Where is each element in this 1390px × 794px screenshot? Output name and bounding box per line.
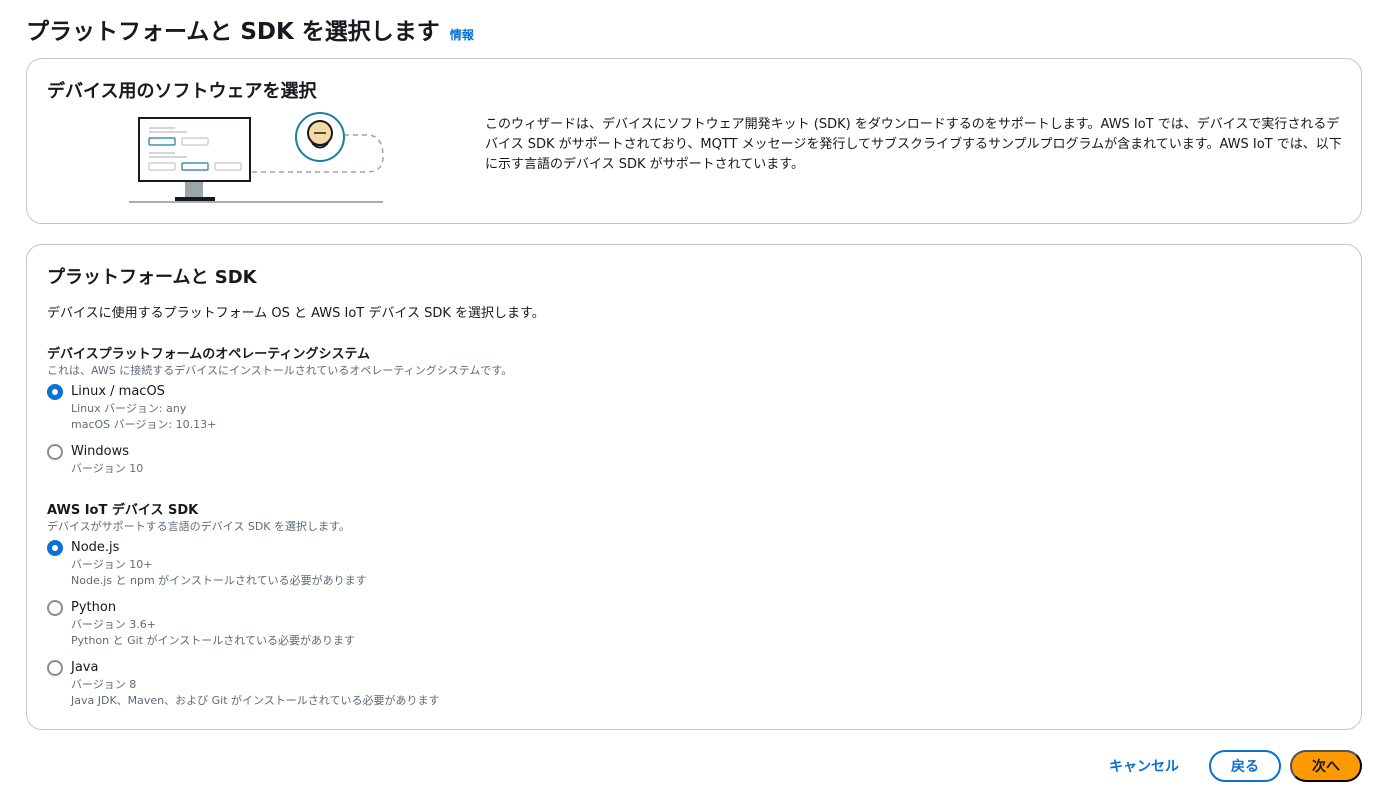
radio-description: バージョン 3.6+ xyxy=(71,618,156,631)
radio-description: バージョン 10 xyxy=(71,462,144,475)
radio-button[interactable] xyxy=(47,444,63,460)
radio-windows[interactable]: Windows バージョン 10 xyxy=(47,442,143,477)
radio-description: バージョン 8 xyxy=(71,678,137,691)
back-button[interactable]: 戻る xyxy=(1209,750,1281,782)
radio-python[interactable]: Python バージョン 3.6+ Python と Git がインストールされ… xyxy=(47,598,355,649)
radio-label: Windows xyxy=(71,444,130,459)
platform-card: プラットフォームと SDK デバイスに使用するプラットフォーム OS と AWS… xyxy=(26,244,1362,730)
info-link[interactable]: 情報 xyxy=(450,26,474,43)
radio-description: macOS バージョン: 10.13+ xyxy=(71,418,217,431)
radio-button-selected[interactable] xyxy=(47,384,63,400)
radio-label: Java xyxy=(71,660,99,675)
radio-linux-macos[interactable]: Linux / macOS Linux バージョン: any macOS バージ… xyxy=(47,382,216,433)
radio-button-selected[interactable] xyxy=(47,540,63,556)
radio-description: Java JDK、Maven、および Git がインストールされている必要があり… xyxy=(71,694,440,707)
radio-description: Python と Git がインストールされている必要があります xyxy=(71,634,355,647)
radio-description: バージョン 10+ xyxy=(71,558,153,571)
os-section-label: デバイスプラットフォームのオペレーティングシステム xyxy=(47,347,371,362)
device-illustration xyxy=(129,112,384,203)
os-section-hint: これは、AWS に接続するデバイスにインストールされているオペレーティングシステ… xyxy=(47,364,513,377)
wizard-footer: キャンセル 戻る 次へ xyxy=(1109,750,1362,782)
next-button[interactable]: 次へ xyxy=(1290,750,1362,782)
radio-label: Node.js xyxy=(71,540,120,555)
page-title: プラットフォームと SDK を選択します xyxy=(26,19,440,45)
cancel-button[interactable]: キャンセル xyxy=(1109,750,1179,782)
sdk-section-label: AWS IoT デバイス SDK xyxy=(47,503,199,518)
radio-java[interactable]: Java バージョン 8 Java JDK、Maven、および Git がインス… xyxy=(47,658,439,709)
radio-label: Linux / macOS xyxy=(71,384,165,399)
radio-button[interactable] xyxy=(47,600,63,616)
platform-card-description: デバイスに使用するプラットフォーム OS と AWS IoT デバイス SDK … xyxy=(47,306,545,321)
radio-nodejs[interactable]: Node.js バージョン 10+ Node.js と npm がインストールさ… xyxy=(47,538,367,589)
radio-description: Linux バージョン: any xyxy=(71,402,187,415)
radio-label: Python xyxy=(71,600,117,615)
sdk-section-hint: デバイスがサポートする言語のデバイス SDK を選択します。 xyxy=(47,520,350,533)
software-card-title: デバイス用のソフトウェアを選択 xyxy=(47,81,317,102)
software-card-description: このウィザードは、デバイスにソフトウェア開発キット (SDK) をダウンロードす… xyxy=(485,117,1342,172)
software-card: デバイス用のソフトウェアを選択 このウィザードは、デバイスにソフトウェア開発キッ… xyxy=(26,58,1362,224)
radio-button[interactable] xyxy=(47,660,63,676)
page-header: プラットフォームと SDK を選択します 情報 xyxy=(26,12,474,46)
platform-card-title: プラットフォームと SDK xyxy=(47,267,257,288)
radio-description: Node.js と npm がインストールされている必要があります xyxy=(71,574,367,587)
